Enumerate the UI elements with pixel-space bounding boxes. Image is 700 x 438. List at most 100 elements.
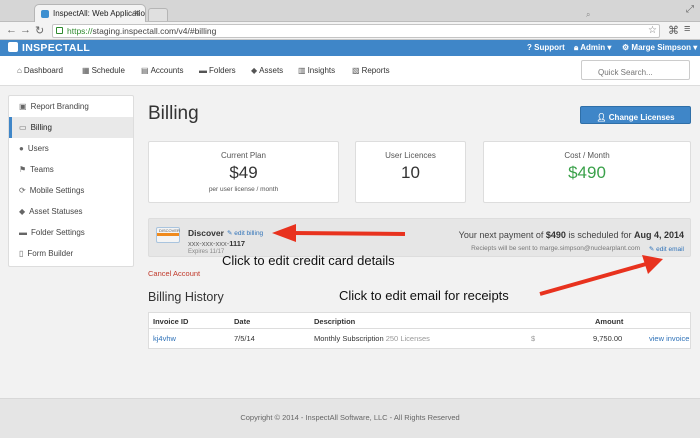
sidebar-item-report-branding[interactable]: ▣ Report Branding	[9, 96, 133, 117]
user-licences-value: 10	[401, 163, 420, 182]
new-tab-button[interactable]	[148, 8, 168, 21]
invoice-description: Monthly Subscription 250 Licenses	[314, 334, 430, 343]
url-scheme: https://	[67, 26, 93, 36]
nav-label: Accounts	[150, 66, 184, 75]
copyright-text: Copyright © 2014 - InspectAll Software, …	[240, 413, 460, 422]
description-text: Monthly Subscription	[314, 334, 384, 343]
nav-label: Schedule	[91, 66, 125, 75]
user-icon: ●	[19, 144, 24, 153]
nav-accounts[interactable]: ▤ Accounts	[141, 66, 183, 75]
nav-insights[interactable]: ▥ Insights	[298, 66, 335, 75]
brand-name: INSPECTALL	[22, 42, 91, 54]
cost-value: $490	[568, 163, 606, 182]
sidebar-item-label: Teams	[30, 165, 54, 174]
sidebar-item-label: Folder Settings	[31, 228, 85, 237]
app-header: INSPECTALL ? Support 🔒︎ Admin ▾ ⚙ Marge …	[0, 40, 700, 56]
edit-email-link[interactable]: ✎ edit email	[649, 245, 684, 253]
column-header-amount: Amount	[595, 317, 624, 326]
close-tab-icon[interactable]: ✕	[133, 8, 141, 19]
browser-tab[interactable]: InspectAll: Web Application ✕	[34, 4, 146, 22]
fullscreen-icon[interactable]: ⤢	[686, 4, 694, 15]
billing-history-table: Invoice ID Date Description Amount kj4vh…	[148, 312, 691, 349]
back-icon[interactable]: ←	[6, 24, 17, 36]
folder-icon: ▬	[199, 66, 207, 75]
main-nav: ⌂ Dashboard ▦ Schedule ▤ Accounts ▬ Folders …	[0, 56, 700, 86]
refresh-icon: ⟳	[19, 186, 26, 195]
change-licenses-button[interactable]: 👤︎ Change Licenses	[580, 106, 691, 124]
pencil-icon: ✎	[227, 230, 233, 237]
table-divider	[149, 328, 690, 329]
nav-label: Assets	[259, 66, 284, 75]
nav-reports[interactable]: ▧ Reports	[352, 66, 390, 75]
current-plan-value: $49	[229, 163, 258, 182]
view-invoice-link[interactable]: view invoice	[649, 334, 689, 343]
browser-tab-strip: InspectAll: Web Application ✕ ⤢	[0, 0, 700, 22]
home-icon: ⌂	[17, 66, 22, 75]
browser-menu-icon[interactable]: ≡	[684, 23, 690, 35]
chart-icon: ▥	[298, 66, 306, 75]
settings-sidebar: ▣ Report Branding ▭ Billing ● Users ⚑ Teams …	[8, 95, 134, 267]
flag-icon: ⚑	[19, 165, 27, 174]
favicon-icon	[41, 10, 49, 18]
sidebar-item-label: Users	[27, 144, 49, 153]
card-expiry: Expires 11/17	[188, 249, 225, 255]
search-icon: ⌕	[586, 10, 591, 19]
browser-toolbar: ← → ↻ https://staging.inspectall.com/v4/…	[0, 22, 700, 40]
sidebar-item-folder-settings[interactable]: ▬ Folder Settings	[9, 222, 133, 243]
card-last4: 1117	[229, 239, 246, 248]
user-menu[interactable]: ⚙ Marge Simpson ▾	[622, 43, 697, 52]
edit-billing-label: edit billing	[234, 230, 264, 237]
sidebar-item-label: Mobile Settings	[29, 186, 85, 195]
column-header-invoice: Invoice ID	[153, 317, 189, 326]
sidebar-item-billing[interactable]: ▭ Billing	[9, 117, 133, 138]
quick-search-input[interactable]	[581, 60, 690, 80]
nav-assets[interactable]: ◆ Assets	[251, 66, 283, 75]
bookmark-star-icon[interactable]: ☆	[648, 25, 657, 36]
sidebar-item-teams[interactable]: ⚑ Teams	[9, 159, 133, 180]
user-name: Marge Simpson	[631, 43, 691, 52]
user-licences-label: User Licences	[385, 151, 436, 160]
current-plan-sub: per user license / month	[208, 186, 279, 193]
next-prefix: Your next payment of	[458, 230, 546, 240]
support-label: Support	[534, 43, 565, 52]
annotation-credit-card: Click to edit credit card details	[222, 253, 395, 268]
sidebar-item-form-builder[interactable]: ▯ Form Builder	[9, 243, 133, 264]
page-footer: Copyright © 2014 - InspectAll Software, …	[0, 398, 700, 438]
current-plan-card: Current Plan $49 per user license / mont…	[148, 141, 339, 203]
sidebar-item-label: Asset Statuses	[29, 207, 83, 216]
app-logo[interactable]: INSPECTALL	[8, 42, 90, 54]
invoice-id-link[interactable]: kj4vhw	[153, 334, 176, 343]
sidebar-item-users[interactable]: ● Users	[9, 138, 133, 159]
nav-schedule[interactable]: ▦ Schedule	[82, 66, 125, 75]
nav-folders[interactable]: ▬ Folders	[199, 66, 236, 75]
tag-icon: ◆	[19, 207, 26, 216]
lock-icon	[56, 27, 63, 34]
sidebar-item-label: Report Branding	[30, 102, 89, 111]
admin-label: Admin	[580, 43, 606, 52]
nav-label: Insights	[307, 66, 336, 75]
extension-icon[interactable]: ⌘	[668, 24, 679, 37]
reload-icon[interactable]: ↻	[35, 24, 44, 37]
sidebar-item-mobile-settings[interactable]: ⟳ Mobile Settings	[9, 180, 133, 201]
change-licenses-label: Change Licenses	[608, 112, 675, 122]
tag-icon: ◆	[251, 66, 258, 75]
cancel-account-link[interactable]: Cancel Account	[148, 269, 200, 278]
next-payment-text: Your next payment of $490 is scheduled f…	[459, 230, 684, 240]
browser-tab-title: InspectAll: Web Application	[53, 9, 146, 18]
folder-icon: ▬	[19, 228, 27, 237]
image-icon: ▣	[19, 102, 27, 111]
invoice-date: 7/5/14	[234, 334, 255, 343]
admin-menu[interactable]: 🔒︎ Admin ▾	[574, 43, 611, 53]
edit-email-label: edit email	[656, 246, 684, 253]
nav-dashboard[interactable]: ⌂ Dashboard	[17, 66, 63, 75]
credit-card-icon: DISCOVER	[156, 227, 180, 243]
logo-mark-icon	[8, 42, 18, 52]
address-bar[interactable]: https://staging.inspectall.com/v4/#billi…	[52, 24, 660, 38]
sidebar-item-asset-statuses[interactable]: ◆ Asset Statuses	[9, 201, 133, 222]
pencil-icon: ✎	[648, 246, 655, 253]
support-link[interactable]: ? Support	[527, 43, 565, 52]
card-number: xxx-xxx-xxx-1117	[188, 239, 245, 248]
edit-billing-link[interactable]: ✎ edit billing	[227, 229, 263, 237]
building-icon: ▤	[141, 66, 149, 75]
forward-icon[interactable]: →	[20, 24, 31, 36]
